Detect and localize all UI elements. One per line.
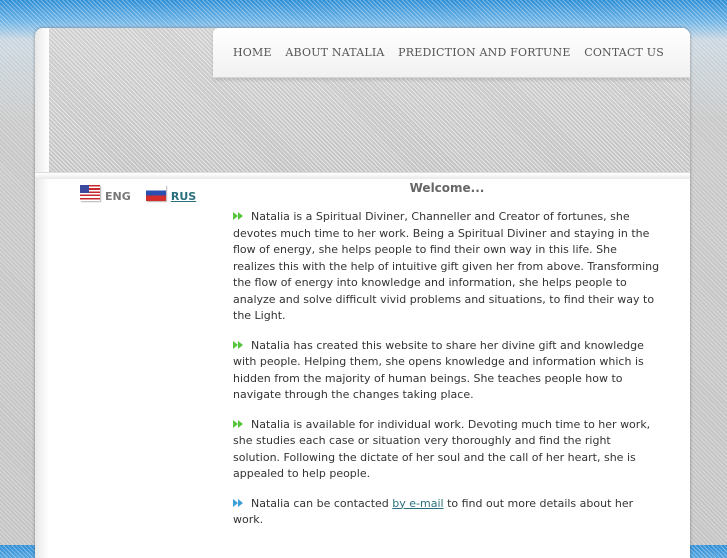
language-switcher: ENG RUS xyxy=(80,185,230,207)
content-paragraph: Natalia has created this website to shar… xyxy=(233,338,661,404)
paragraph-text: Natalia is a Spiritual Diviner, Channell… xyxy=(233,210,660,322)
lang-rus-link[interactable]: RUS xyxy=(171,190,196,203)
top-navigation: HOME ABOUT NATALIA PREDICTION AND FORTUN… xyxy=(213,28,690,78)
paragraph-text: Natalia is available for individual work… xyxy=(233,417,651,481)
nav-contact-us[interactable]: CONTACT US xyxy=(584,46,664,59)
nav-about-natalia[interactable]: ABOUT NATALIA xyxy=(285,46,384,59)
content-paragraph: Natalia is a Spiritual Diviner, Channell… xyxy=(233,209,661,325)
page-container: HOME ABOUT NATALIA PREDICTION AND FORTUN… xyxy=(35,28,690,558)
contact-prefix: Natalia can be contacted xyxy=(251,496,393,510)
double-arrow-bullet-icon xyxy=(233,497,245,508)
paragraph-text: Natalia has created this website to shar… xyxy=(233,338,644,402)
contact-paragraph: Natalia can be contacted by e-mail to fi… xyxy=(233,496,661,529)
double-arrow-bullet-icon xyxy=(233,211,245,221)
content-paragraph: Natalia is available for individual work… xyxy=(233,417,661,483)
ru-flag-icon xyxy=(145,185,166,201)
main-content: Welcome... Natalia is a Spiritual Divine… xyxy=(233,178,661,542)
double-arrow-bullet-icon xyxy=(233,418,245,429)
double-arrow-bullet-icon xyxy=(233,339,245,350)
page-left-edge xyxy=(35,28,49,558)
us-flag-icon xyxy=(80,185,100,201)
nav-home[interactable]: HOME xyxy=(233,46,272,59)
email-link[interactable]: by e-mail xyxy=(392,497,443,510)
lang-eng-label: ENG xyxy=(105,189,131,203)
page-title: Welcome... xyxy=(409,181,485,195)
lang-rus[interactable]: RUS xyxy=(145,185,196,204)
lang-eng[interactable]: ENG xyxy=(80,185,131,204)
nav-prediction-and-fortune[interactable]: PREDICTION AND FORTUNE xyxy=(398,46,570,59)
